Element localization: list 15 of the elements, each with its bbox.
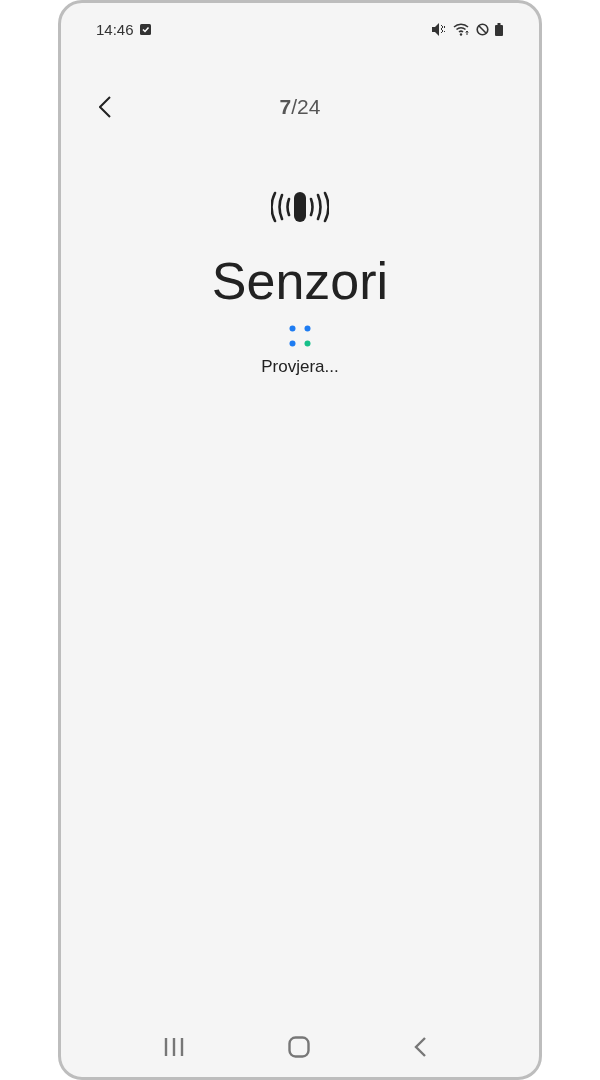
- test-title: Senzori: [211, 251, 389, 311]
- wifi-icon: [453, 22, 470, 36]
- notification-icon: [139, 23, 151, 35]
- recents-button[interactable]: [162, 1037, 185, 1057]
- status-message: Provjera...: [261, 357, 339, 377]
- status-time: 14:46: [96, 20, 134, 38]
- loading-icon: [289, 325, 311, 347]
- battery-icon: [495, 22, 503, 36]
- home-button[interactable]: [288, 1036, 310, 1058]
- back-button[interactable]: [99, 96, 111, 118]
- back-nav-button[interactable]: [413, 1036, 428, 1058]
- progress-counter: 7/24: [279, 95, 321, 118]
- blocked-icon: [476, 22, 489, 36]
- mute-icon: [432, 22, 447, 36]
- vibration-icon: [271, 191, 329, 223]
